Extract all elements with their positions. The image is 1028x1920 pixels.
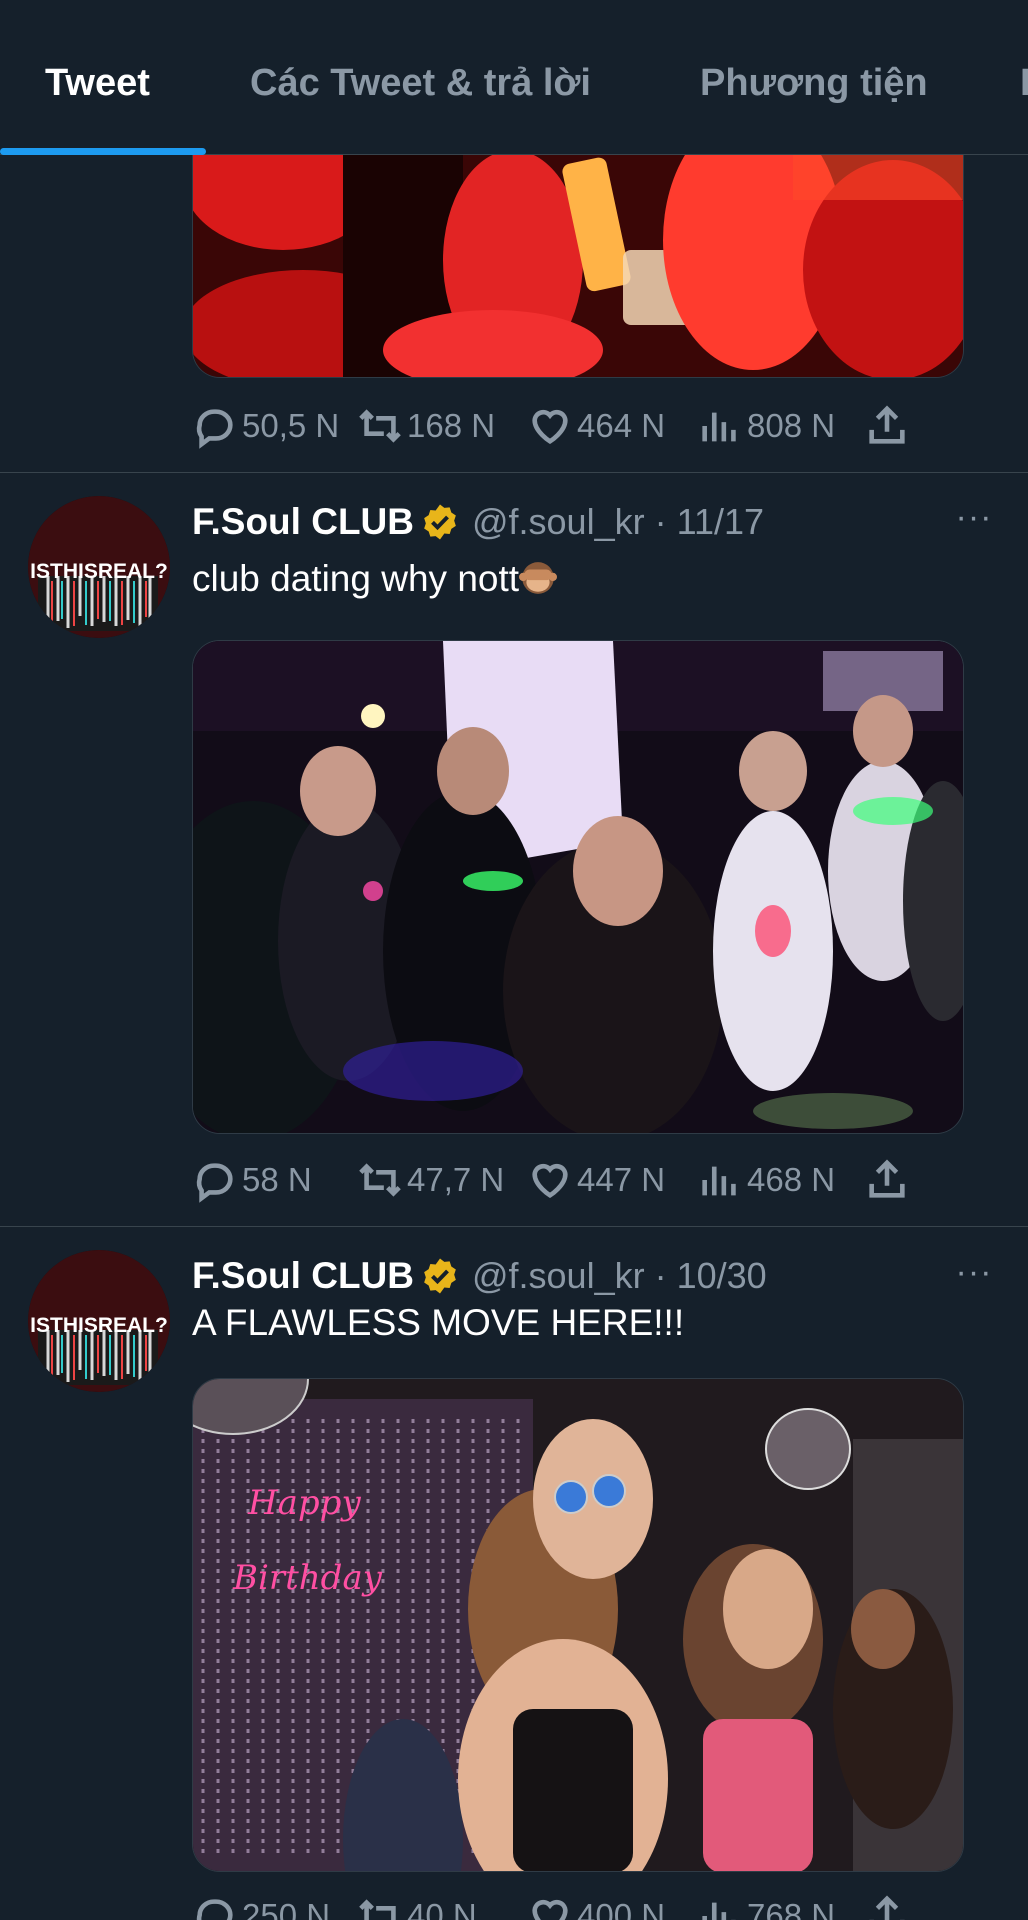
avatar[interactable]: ISTHISREAL? <box>28 1250 170 1392</box>
like-count: 447 N <box>577 1161 666 1198</box>
tweet-media-image[interactable] <box>192 120 964 378</box>
reply-count: 250 N <box>242 1897 331 1920</box>
author-handle[interactable]: @f.soul_kr <box>472 1255 645 1297</box>
tweet-header: F.Soul CLUB @f.soul_kr · 11/17 <box>192 497 764 547</box>
view-count: 768 N <box>747 1897 836 1920</box>
view-count: 468 N <box>747 1161 836 1198</box>
active-tab-indicator <box>0 148 206 155</box>
views-button[interactable]: 808 N <box>697 396 835 456</box>
retweet-count: 40 N <box>407 1897 477 1920</box>
views-icon <box>702 1166 736 1196</box>
tab-tweets[interactable]: Tweet <box>45 62 150 105</box>
like-button[interactable]: 400 N <box>527 1886 665 1920</box>
reply-button[interactable]: 250 N <box>192 1886 330 1920</box>
tweet-actions: 250 N 40 N 400 N 768 N <box>192 1886 952 1920</box>
tweet-media-image[interactable] <box>192 640 964 1134</box>
club-photo-dancing <box>193 641 963 1133</box>
tweet-divider <box>0 472 1028 473</box>
tweet-date[interactable]: 10/30 <box>677 1255 767 1297</box>
heart-icon <box>532 409 568 445</box>
avatar-logo-text: ISTHISREAL? <box>30 560 168 583</box>
like-count: 464 N <box>577 407 666 444</box>
views-icon <box>702 1902 736 1920</box>
retweet-icon <box>359 1163 401 1197</box>
reply-icon <box>196 1163 233 1203</box>
view-count: 808 N <box>747 407 836 444</box>
reply-icon <box>196 1899 233 1920</box>
more-options-icon[interactable]: ··· <box>954 500 994 545</box>
neon-sign-line1: Happy <box>247 1483 361 1523</box>
retweet-count: 168 N <box>407 407 496 444</box>
reply-button[interactable]: 58 N <box>192 1150 312 1210</box>
tweet-text: A FLAWLESS MOVE HERE!!! <box>192 1302 685 1343</box>
reply-button[interactable]: 50,5 N <box>192 396 339 456</box>
author-name[interactable]: F.Soul CLUB <box>192 501 414 543</box>
tab-tweets-and-replies[interactable]: Các Tweet & trả lời <box>250 62 591 105</box>
views-icon <box>702 412 736 442</box>
share-button[interactable] <box>864 1150 914 1210</box>
club-photo-red <box>193 120 963 377</box>
share-button[interactable] <box>864 396 914 456</box>
like-button[interactable]: 464 N <box>527 396 665 456</box>
separator-dot: · <box>654 1255 667 1296</box>
share-button[interactable] <box>864 1886 914 1920</box>
author-handle[interactable]: @f.soul_kr <box>472 501 645 543</box>
retweet-button[interactable]: 168 N <box>357 396 495 456</box>
avatar-image: ISTHISREAL? <box>28 1250 170 1392</box>
verified-badge-icon <box>424 1258 456 1294</box>
reply-count: 50,5 N <box>242 407 340 444</box>
views-button[interactable]: 468 N <box>697 1150 835 1210</box>
more-options-icon[interactable]: ··· <box>954 1255 994 1300</box>
retweet-icon <box>359 1899 396 1920</box>
retweet-count: 47,7 N <box>407 1161 505 1198</box>
tweet-media-image[interactable]: Happy Birthday <box>192 1378 964 1872</box>
like-count: 400 N <box>577 1897 666 1920</box>
tab-likes[interactable]: L <box>1020 62 1028 105</box>
separator-dot: · <box>654 501 667 542</box>
tweet-text: club dating why nott <box>192 558 558 600</box>
share-icon <box>869 1895 905 1920</box>
tweet-actions: 58 N 47,7 N 447 N 468 N <box>192 1150 952 1210</box>
reply-icon <box>196 409 233 449</box>
share-icon <box>869 405 905 444</box>
verified-badge-icon <box>424 504 456 540</box>
avatar-logo-text: ISTHISREAL? <box>30 1314 168 1337</box>
tweet-date[interactable]: 11/17 <box>677 501 764 543</box>
tweet-actions: 50,5 N 168 N 464 N 808 N <box>192 396 952 456</box>
reply-count: 58 N <box>242 1161 312 1198</box>
neon-sign-line2: Birthday <box>232 1558 383 1598</box>
profile-tab-bar: Tweet Các Tweet & trả lời Phương tiện L <box>0 0 1028 155</box>
see-no-evil-monkey-icon <box>519 562 558 594</box>
retweet-button[interactable]: 40 N <box>357 1886 477 1920</box>
heart-icon <box>532 1163 568 1199</box>
share-icon <box>869 1159 905 1198</box>
avatar[interactable]: ISTHISREAL? <box>28 496 170 638</box>
heart-icon <box>532 1899 568 1920</box>
retweet-icon <box>359 409 401 443</box>
retweet-button[interactable]: 47,7 N <box>357 1150 504 1210</box>
author-name[interactable]: F.Soul CLUB <box>192 1255 414 1297</box>
tweet-header: F.Soul CLUB @f.soul_kr · 10/30 <box>192 1251 767 1301</box>
tab-media[interactable]: Phương tiện <box>700 62 928 105</box>
party-photo-birthday: Happy Birthday <box>193 1379 963 1871</box>
views-button[interactable]: 768 N <box>697 1886 835 1920</box>
like-button[interactable]: 447 N <box>527 1150 665 1210</box>
avatar-image: ISTHISREAL? <box>28 496 170 638</box>
tweet-divider <box>0 1226 1028 1227</box>
